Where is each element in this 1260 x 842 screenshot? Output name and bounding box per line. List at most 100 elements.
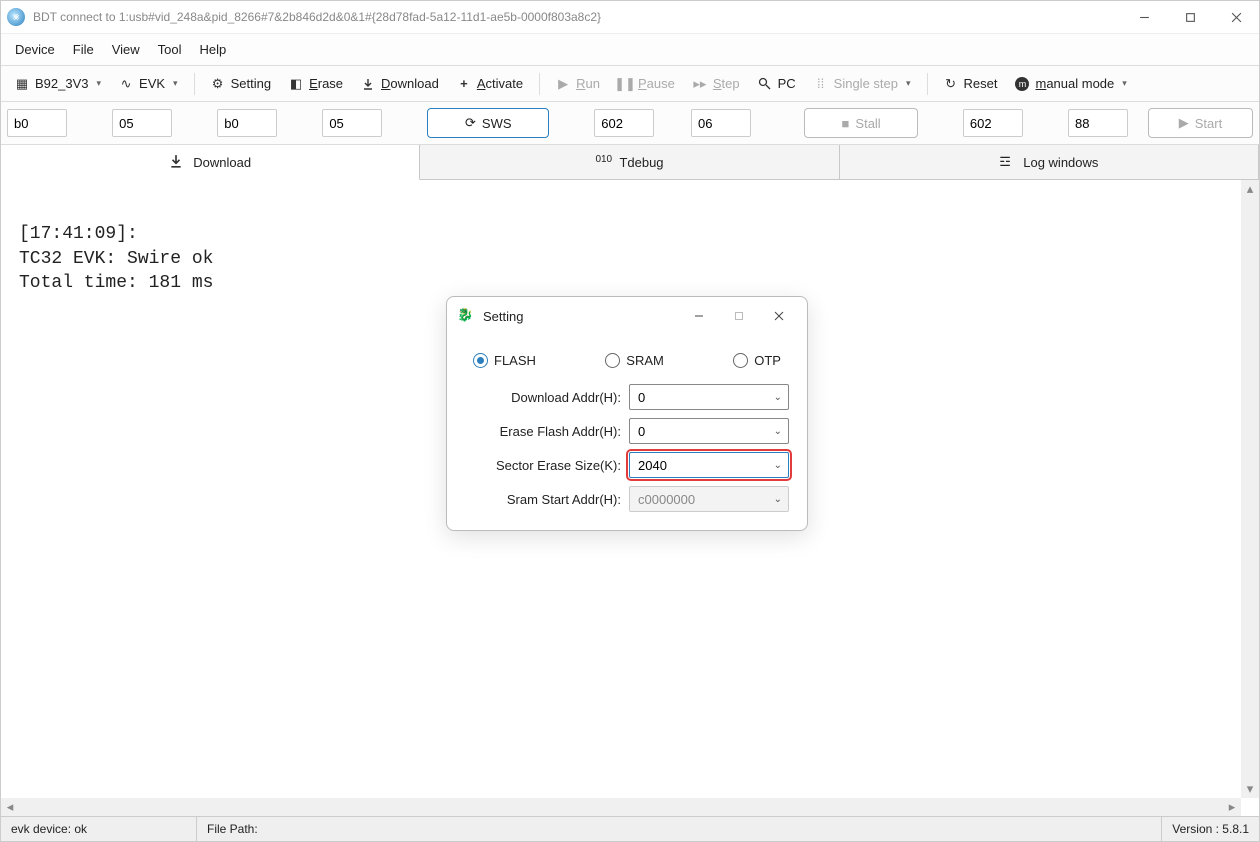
status-version: Version : 5.8.1 (1162, 817, 1259, 841)
sector-erase-label: Sector Erase Size(K): (466, 458, 621, 473)
sws-button[interactable]: ⟳ SWS (427, 108, 549, 138)
erase-button[interactable]: ◧ Erase (281, 72, 351, 95)
maximize-button[interactable] (1167, 1, 1213, 33)
dialog-body: FLASH SRAM OTP Download Addr(H): ⌄ Erase… (447, 335, 807, 530)
menu-file[interactable]: File (65, 38, 102, 61)
setting-label: Setting (231, 76, 271, 91)
download-addr-label: Download Addr(H): (466, 390, 621, 405)
separator (539, 73, 540, 95)
sws-label: SWS (482, 116, 512, 131)
stall-label: Stall (855, 116, 880, 131)
pause-button[interactable]: ❚❚ Pause (610, 72, 683, 95)
tab-tdebug[interactable]: 010 Tdebug (420, 145, 839, 179)
download-button[interactable]: Download (353, 72, 447, 95)
menu-device[interactable]: Device (7, 38, 63, 61)
input-b0-1[interactable] (7, 109, 67, 137)
mode-icon: m (1015, 77, 1029, 91)
download-icon (361, 77, 375, 91)
horizontal-scrollbar[interactable]: ◂ ▸ (1, 798, 1241, 816)
step-button[interactable]: ▸▸ Step (685, 72, 748, 95)
close-button[interactable] (1213, 1, 1259, 33)
app-window: ⨳ BDT connect to 1:usb#vid_248a&pid_8266… (0, 0, 1260, 842)
menu-help[interactable]: Help (192, 38, 235, 61)
input-b0-2[interactable] (217, 109, 277, 137)
start-label: Start (1195, 116, 1222, 131)
chevron-down-icon: ▾ (906, 78, 911, 89)
dialog-maximize-button (719, 303, 759, 329)
scroll-left-arrow[interactable]: ◂ (1, 798, 19, 816)
board-selector[interactable]: ∿ EVK ▾ (111, 72, 186, 95)
menu-tool[interactable]: Tool (150, 38, 190, 61)
reset-button[interactable]: ↻ Reset (936, 72, 1006, 95)
refresh-icon: ↻ (944, 77, 958, 91)
sector-erase-combo[interactable]: ⌄ (629, 452, 789, 478)
console-output: [17:41:09]: TC32 EVK: Swire ok Total tim… (1, 180, 1259, 313)
activate-button[interactable]: + Activate (449, 72, 531, 95)
chip-selector-label: B92_3V3 (35, 76, 89, 91)
radio-otp[interactable]: OTP (733, 353, 781, 368)
radio-otp-label: OTP (754, 353, 781, 368)
download-addr-combo[interactable]: ⌄ (629, 384, 789, 410)
plus-icon: + (457, 77, 471, 91)
erase-addr-combo[interactable]: ⌄ (629, 418, 789, 444)
sram-start-input (636, 491, 774, 508)
chevron-down-icon: ⌄ (774, 460, 782, 471)
board-selector-label: EVK (139, 76, 165, 91)
start-button[interactable]: ▶ Start (1148, 108, 1253, 138)
chevron-down-icon: ⌄ (774, 392, 782, 403)
eraser-icon: ◧ (289, 77, 303, 91)
scroll-up-arrow[interactable]: ▴ (1241, 180, 1259, 198)
menu-view[interactable]: View (104, 38, 148, 61)
input-602-1[interactable] (594, 109, 654, 137)
reset-label: Reset (964, 76, 998, 91)
sector-erase-input[interactable] (636, 457, 774, 474)
dialog-title-bar: 🐉 Setting (447, 297, 807, 335)
chevron-down-icon: ▾ (1122, 78, 1127, 89)
setting-button[interactable]: ⚙ Setting (203, 72, 279, 95)
download-icon (169, 154, 185, 170)
step-label: Step (713, 76, 740, 91)
radio-sram[interactable]: SRAM (605, 353, 664, 368)
radio-sram-label: SRAM (626, 353, 664, 368)
parameter-row: ⟳ SWS ■ Stall ▶ Start (1, 102, 1259, 145)
single-step-button[interactable]: ⁞⁞ Single step ▾ (806, 72, 919, 95)
pc-button[interactable]: PC (750, 72, 804, 95)
app-icon: ⨳ (7, 8, 25, 26)
tab-log-windows[interactable]: ☲ Log windows (840, 145, 1259, 179)
sram-start-combo: ⌄ (629, 486, 789, 512)
minimize-button[interactable] (1121, 1, 1167, 33)
vertical-scrollbar[interactable]: ▴ ▾ (1241, 180, 1259, 798)
chevron-down-icon: ⌄ (774, 494, 782, 505)
erase-label: Erase (309, 76, 343, 91)
activate-label: Activate (477, 76, 523, 91)
chip-selector[interactable]: ▦ B92_3V3 ▾ (7, 72, 109, 95)
gear-icon: ⚙ (211, 77, 225, 91)
chevron-down-icon: ⌄ (774, 426, 782, 437)
scroll-right-arrow[interactable]: ▸ (1223, 798, 1241, 816)
play-icon: ▶ (556, 77, 570, 91)
input-05-2[interactable] (322, 109, 382, 137)
download-addr-input[interactable] (636, 389, 774, 406)
stall-button[interactable]: ■ Stall (804, 108, 917, 138)
mode-label: manual mode (1035, 76, 1114, 91)
footsteps-icon: ⁞⁞ (814, 77, 828, 91)
input-05-1[interactable] (112, 109, 172, 137)
radio-flash[interactable]: FLASH (473, 353, 536, 368)
erase-addr-input[interactable] (636, 423, 774, 440)
scroll-down-arrow[interactable]: ▾ (1241, 780, 1259, 798)
mode-selector[interactable]: m manual mode ▾ (1007, 72, 1134, 95)
status-device: evk device: ok (1, 817, 197, 841)
dialog-minimize-button[interactable] (679, 303, 719, 329)
pause-label: Pause (638, 76, 675, 91)
window-title: BDT connect to 1:usb#vid_248a&pid_8266#7… (33, 10, 1121, 24)
input-06[interactable] (691, 109, 751, 137)
dialog-close-button[interactable] (759, 303, 799, 329)
input-602-2[interactable] (963, 109, 1023, 137)
run-button[interactable]: ▶ Run (548, 72, 608, 95)
tab-download[interactable]: Download (1, 145, 420, 180)
separator (927, 73, 928, 95)
tab-tdebug-label: Tdebug (619, 155, 663, 170)
run-label: Run (576, 76, 600, 91)
input-88[interactable] (1068, 109, 1128, 137)
chevron-down-icon: ▾ (97, 78, 102, 89)
